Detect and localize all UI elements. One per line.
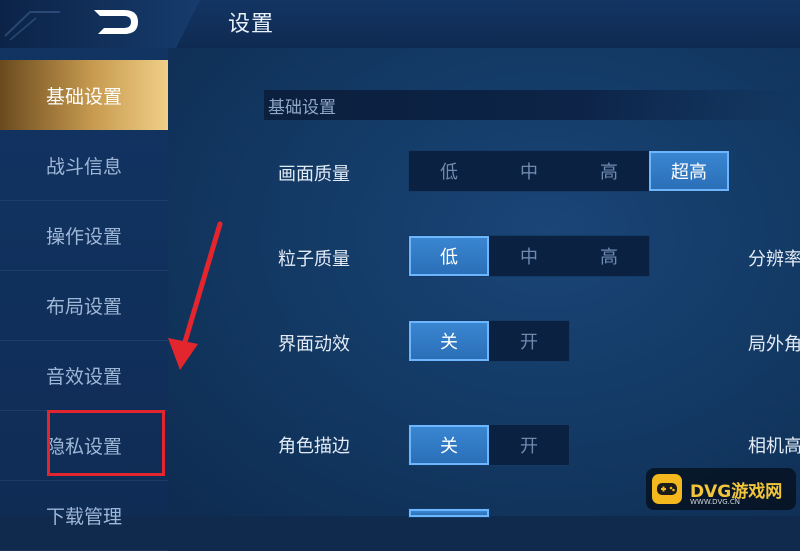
graphics-quality-option-low[interactable]: 低 — [409, 151, 489, 191]
annotation-highlight-box — [47, 410, 165, 476]
character-outline-toggle: 关 开 — [408, 424, 570, 466]
back-button[interactable] — [0, 0, 200, 48]
sidebar-item-label: 基础设置 — [45, 85, 122, 108]
sidebar-item-label: 音效设置 — [45, 365, 122, 388]
setting-label-outgame-character: 局外角 — [748, 334, 800, 355]
sidebar: 基础设置 战斗信息 操作设置 布局设置 音效设置 隐私设置 下载管理 — [0, 48, 169, 551]
setting-label-character-outline: 角色描边 — [278, 436, 350, 457]
particle-quality-option-low[interactable]: 低 — [409, 236, 489, 276]
page-title: 设置 — [228, 12, 275, 37]
gamepad-icon — [652, 474, 682, 504]
character-outline-option-on[interactable]: 开 — [489, 425, 569, 465]
setting-label-ui-animation: 界面动效 — [278, 334, 350, 355]
sidebar-item-label: 布局设置 — [45, 295, 122, 318]
sidebar-item-battle-info[interactable]: 战斗信息 — [0, 130, 168, 201]
back-arrow-icon — [94, 10, 138, 34]
annotation-arrow-icon — [168, 221, 223, 370]
ui-animation-option-off[interactable]: 关 — [409, 321, 489, 361]
ui-animation-toggle: 关 开 — [408, 320, 570, 362]
decoration-icon — [4, 11, 60, 41]
graphics-quality-option-ultra[interactable]: 超高 — [649, 151, 729, 191]
sidebar-item-label: 战斗信息 — [45, 155, 122, 178]
particle-quality-option-high[interactable]: 高 — [569, 236, 649, 276]
sidebar-item-sound[interactable]: 音效设置 — [0, 340, 168, 411]
sidebar-item-basic-settings[interactable]: 基础设置 — [0, 60, 168, 130]
sidebar-item-layout[interactable]: 布局设置 — [0, 270, 168, 341]
next-setting-toggle — [408, 508, 490, 518]
particle-quality-selector: 低 中 高 — [408, 235, 650, 277]
sidebar-item-label: 操作设置 — [45, 225, 122, 248]
setting-label-graphics-quality: 画面质量 — [278, 164, 350, 185]
section-title: 基础设置 — [264, 90, 800, 120]
ui-animation-option-on[interactable]: 开 — [489, 321, 569, 361]
top-bar: 设置 — [0, 0, 800, 49]
graphics-quality-option-high[interactable]: 高 — [569, 151, 649, 191]
particle-quality-option-medium[interactable]: 中 — [489, 236, 569, 276]
setting-label-particle-quality: 粒子质量 — [278, 249, 350, 270]
setting-label-camera-height: 相机高 — [748, 436, 800, 457]
graphics-quality-selector: 低 中 高 超高 — [408, 150, 730, 192]
setting-label-resolution: 分辨率 — [748, 249, 800, 270]
graphics-quality-option-medium[interactable]: 中 — [489, 151, 569, 191]
sidebar-item-label: 下载管理 — [45, 505, 122, 528]
character-outline-option-off[interactable]: 关 — [409, 425, 489, 465]
watermark: DVG游戏网 WWW.DVG.CN — [646, 468, 796, 510]
watermark-url: WWW.DVG.CN — [690, 498, 741, 506]
sidebar-item-controls[interactable]: 操作设置 — [0, 200, 168, 271]
